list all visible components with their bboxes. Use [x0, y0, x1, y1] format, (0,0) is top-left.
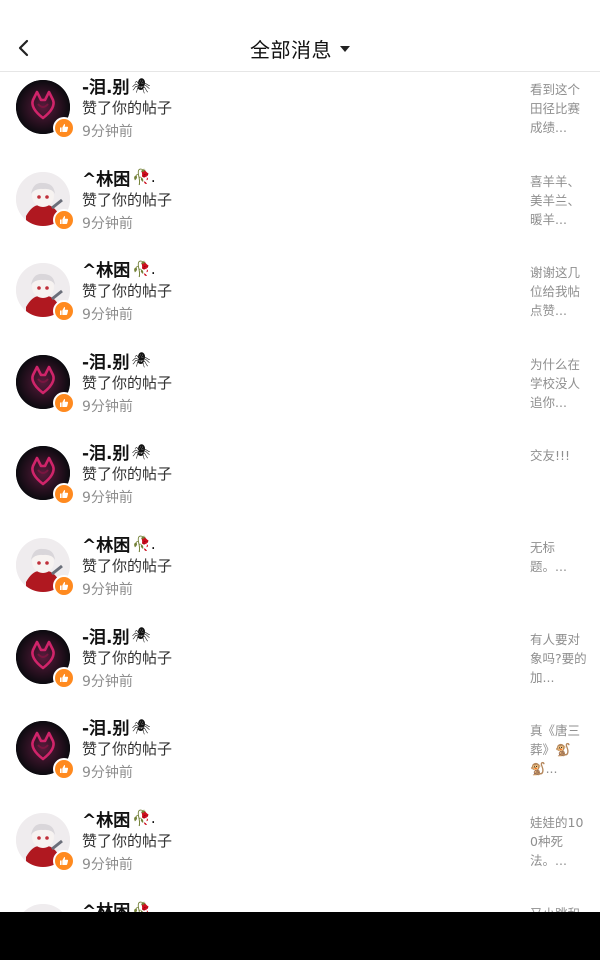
- timestamp: 9分钟前: [82, 765, 133, 782]
- name-emoji: 🥀.: [132, 809, 156, 828]
- name-emoji: 🥀.: [132, 259, 156, 278]
- timestamp: 9分钟前: [82, 307, 133, 324]
- action-text: 赞了你的帖子: [82, 740, 173, 759]
- thumbs-up-icon: [53, 758, 75, 781]
- message-list[interactable]: -泪.别 🕷 赞了你的帖子 9分钟前 看到这个田径比赛成绩... ^林困 🥀. 赞了你的帖子 9…: [0, 72, 600, 912]
- timestamp: 9分钟前: [82, 215, 133, 232]
- post-preview[interactable]: 谢谢这几位给我帖点赞...: [530, 263, 588, 320]
- message-row[interactable]: ^林困 🥀. 赞了你的帖子 9分钟前 无标题。...: [0, 531, 600, 623]
- name-emoji: 🥀.: [132, 534, 156, 553]
- username[interactable]: -泪.别 🕷: [82, 348, 151, 373]
- username[interactable]: ^林困🥀.: [82, 256, 156, 282]
- timestamp: 9分钟前: [82, 124, 133, 140]
- timestamp: 9分钟前: [82, 582, 133, 598]
- timestamp: 9分钟前: [82, 490, 133, 507]
- post-preview[interactable]: 娃娃的100种死法。...: [530, 813, 588, 870]
- message-row[interactable]: -泪.别 🕷 赞了你的帖子 9分钟前 有人要对象吗?要的加...: [0, 623, 600, 715]
- username[interactable]: -泪.别 🕷: [82, 623, 151, 648]
- username[interactable]: ^林困🥀.: [82, 165, 156, 190]
- username[interactable]: ^林困🥀.: [82, 897, 156, 912]
- message-row[interactable]: ^林困 🥀. 赞了你的帖子 9分钟前 喜羊羊、美羊兰、暖羊...: [0, 165, 600, 257]
- thumbs-up-icon: [53, 575, 75, 597]
- message-row[interactable]: ^林困 🥀. 赞了你的帖子 9分钟前 娃娃的100种死法。...: [0, 806, 600, 898]
- thumbs-up-icon: [53, 300, 75, 323]
- name-emoji: 🕷: [131, 442, 151, 461]
- username[interactable]: ^林困🥀.: [82, 806, 156, 831]
- post-preview[interactable]: 喜羊羊、美羊兰、暖羊...: [530, 172, 588, 229]
- message-filter-dropdown[interactable]: 全部消息: [0, 33, 600, 63]
- thumbs-up-icon: [53, 208, 75, 231]
- username[interactable]: ^林困🥀.: [82, 531, 156, 557]
- thumbs-up-icon: [53, 391, 75, 414]
- post-preview[interactable]: 无标题。...: [530, 538, 588, 576]
- action-text: 赞了你的帖子: [82, 648, 173, 667]
- action-text: 赞了你的帖子: [82, 373, 173, 392]
- thumbs-up-icon: [53, 849, 75, 872]
- username[interactable]: -泪.别 🕷: [82, 714, 151, 740]
- avatar[interactable]: [16, 904, 70, 912]
- caret-down-icon: [340, 46, 350, 52]
- action-text: 赞了你的帖子: [82, 465, 173, 484]
- thumbs-up-icon: [53, 666, 75, 689]
- username[interactable]: -泪.别 🕷: [82, 439, 151, 465]
- timestamp: 9分钟前: [82, 856, 133, 873]
- action-text: 赞了你的帖子: [82, 831, 173, 850]
- system-nav-bar: [0, 912, 600, 960]
- action-text: 赞了你的帖子: [82, 190, 173, 209]
- name-emoji: 🥀.: [132, 168, 156, 187]
- page-title: 全部消息: [250, 37, 332, 62]
- username[interactable]: -泪.别 🕷: [82, 73, 151, 99]
- post-preview[interactable]: 有人要对象吗?要的加...: [530, 630, 588, 687]
- message-row[interactable]: ^林困🥀. 又小跳和: [0, 897, 600, 912]
- name-emoji: 🕷: [131, 351, 151, 370]
- message-row[interactable]: -泪.别 🕷 赞了你的帖子 9分钟前 交友!!!: [0, 439, 600, 531]
- message-row[interactable]: -泪.别 🕷 赞了你的帖子 9分钟前 真《唐三葬》🐒🐒...: [0, 714, 600, 806]
- post-preview[interactable]: 交友!!!: [530, 446, 588, 465]
- post-preview[interactable]: 真《唐三葬》🐒🐒...: [530, 721, 588, 778]
- thumbs-up-icon: [53, 117, 75, 139]
- name-emoji: 🕷: [131, 76, 151, 95]
- name-emoji: 🕷: [131, 717, 151, 736]
- name-emoji: 🥀.: [132, 900, 156, 912]
- message-row[interactable]: -泪.别 🕷 赞了你的帖子 9分钟前 看到这个田径比赛成绩...: [0, 73, 600, 165]
- action-text: 赞了你的帖子: [82, 557, 173, 575]
- action-text: 赞了你的帖子: [82, 99, 173, 117]
- post-preview[interactable]: 看到这个田径比赛成绩...: [530, 80, 588, 137]
- timestamp: 9分钟前: [82, 673, 133, 690]
- message-row[interactable]: ^林困 🥀. 赞了你的帖子 9分钟前 谢谢这几位给我帖点赞...: [0, 256, 600, 348]
- post-preview[interactable]: 又小跳和: [530, 904, 588, 912]
- top-bar: 全部消息: [0, 0, 600, 72]
- name-emoji: 🕷: [131, 626, 151, 645]
- timestamp: 9分钟前: [82, 398, 133, 415]
- post-preview[interactable]: 为什么在学校没人追你...: [530, 355, 588, 412]
- thumbs-up-icon: [53, 483, 75, 506]
- message-row[interactable]: -泪.别 🕷 赞了你的帖子 9分钟前 为什么在学校没人追你...: [0, 348, 600, 440]
- action-text: 赞了你的帖子: [82, 282, 173, 301]
